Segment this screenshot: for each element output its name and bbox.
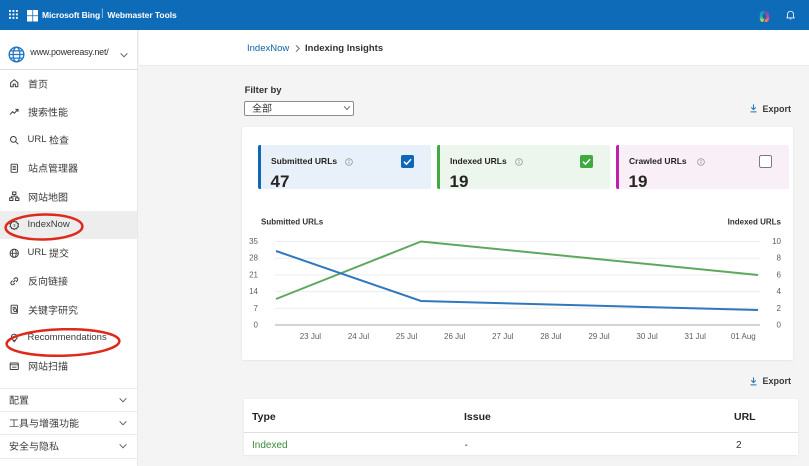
svg-text:29 Jul: 29 Jul [588, 332, 610, 341]
svg-text:26 Jul: 26 Jul [444, 332, 466, 341]
svg-text:25 Jul: 25 Jul [396, 332, 418, 341]
svg-text:24 Jul: 24 Jul [348, 332, 370, 341]
svg-text:Submitted URLs: Submitted URLs [261, 218, 324, 227]
svg-text:10: 10 [772, 237, 781, 246]
svg-text:23 Jul: 23 Jul [300, 332, 322, 341]
svg-text:8: 8 [777, 254, 782, 263]
svg-text:4: 4 [777, 287, 782, 296]
svg-text:14: 14 [249, 287, 258, 296]
svg-text:31 Jul: 31 Jul [685, 332, 707, 341]
svg-text:01 Aug: 01 Aug [731, 332, 756, 341]
svg-text:21: 21 [249, 270, 258, 279]
svg-text:35: 35 [249, 237, 258, 246]
svg-text:0: 0 [777, 321, 782, 330]
svg-text:30 Jul: 30 Jul [636, 332, 658, 341]
svg-text:28: 28 [249, 254, 258, 263]
svg-text:0: 0 [254, 321, 259, 330]
svg-text:2: 2 [777, 304, 782, 313]
svg-text:7: 7 [254, 304, 259, 313]
svg-text:28 Jul: 28 Jul [540, 332, 562, 341]
svg-text:27 Jul: 27 Jul [492, 332, 514, 341]
svg-text:Indexed URLs: Indexed URLs [728, 218, 782, 227]
svg-text:6: 6 [777, 270, 782, 279]
